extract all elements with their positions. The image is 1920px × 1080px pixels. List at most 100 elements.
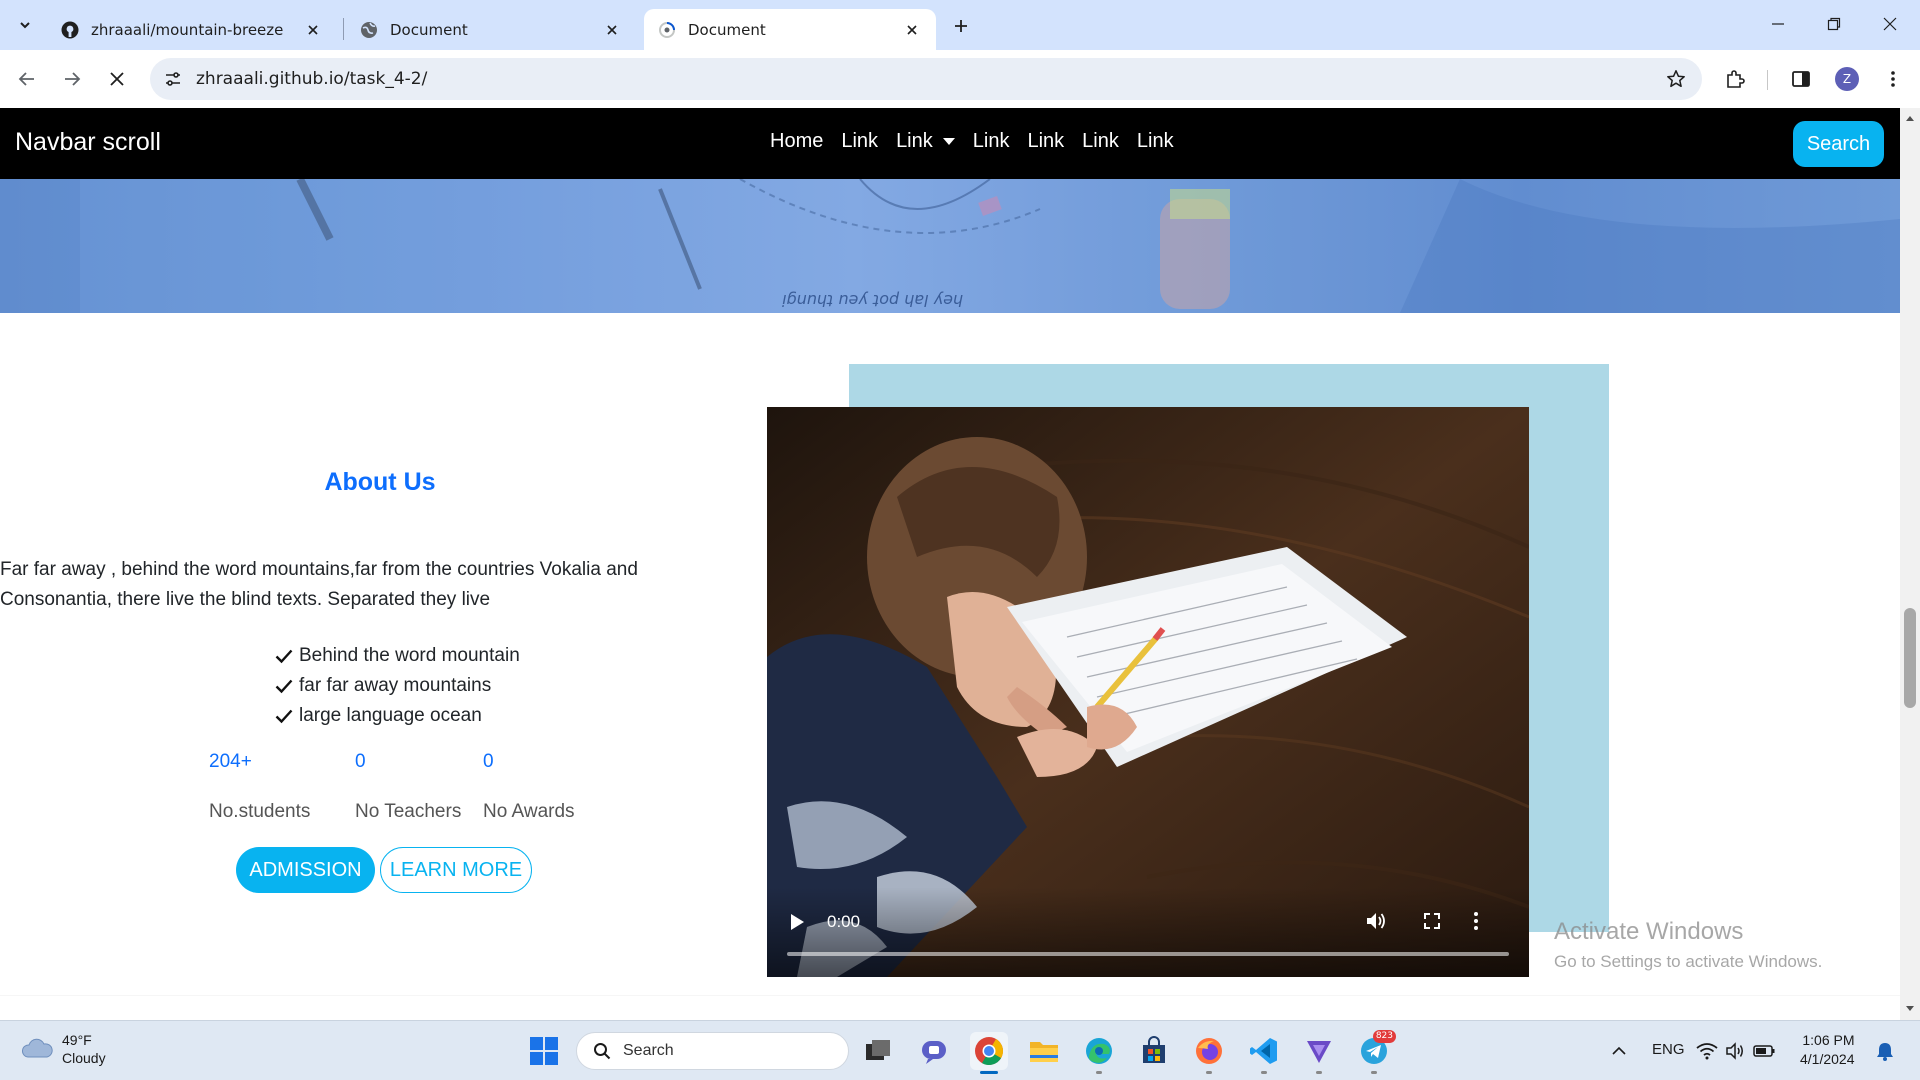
back-button[interactable] <box>10 62 44 96</box>
language-indicator[interactable]: ENG <box>1652 1041 1685 1058</box>
nav-link[interactable]: Link <box>1027 130 1064 153</box>
chevron-down-icon <box>19 21 30 28</box>
nav-link[interactable]: Link <box>841 130 878 153</box>
notifications-button[interactable] <box>1870 1032 1900 1070</box>
browser-menu-button[interactable] <box>1876 62 1910 96</box>
nav-link[interactable]: Link <box>1137 130 1174 153</box>
navbar-brand[interactable]: Navbar scroll <box>15 128 161 157</box>
stat-students-label: No.students <box>209 801 311 822</box>
weather-temp: 49°F <box>62 1032 92 1048</box>
scroll-thumb[interactable] <box>1904 608 1916 708</box>
video-progress-bar[interactable] <box>787 952 1509 956</box>
taskbar-firefox[interactable] <box>1190 1032 1228 1074</box>
profile-button[interactable]: Z <box>1830 62 1864 96</box>
new-tab-button[interactable] <box>948 13 974 39</box>
minimize-button[interactable] <box>1750 0 1806 48</box>
taskbar-file-explorer[interactable] <box>1025 1032 1063 1070</box>
list-item: Behind the word mountain <box>275 641 520 671</box>
list-item-text: large language ocean <box>299 705 482 726</box>
nav-dropdown[interactable]: Link <box>896 130 955 153</box>
stat-teachers-label: No Teachers <box>355 801 462 822</box>
learn-more-button[interactable]: LEARN MORE <box>380 847 532 893</box>
search-button[interactable]: Search <box>1793 121 1884 167</box>
taskbar-telegram[interactable]: 823 <box>1355 1030 1396 1074</box>
running-app-indicator <box>1206 1071 1212 1074</box>
running-app-indicator <box>1261 1071 1267 1074</box>
close-icon[interactable] <box>602 20 622 40</box>
bell-icon <box>1877 1043 1893 1061</box>
section-divider <box>0 995 1900 996</box>
tab-github[interactable]: zhraaali/mountain-breeze <box>47 9 337 50</box>
fullscreen-button[interactable] <box>1423 912 1441 930</box>
tab-document-1[interactable]: Document <box>346 9 636 50</box>
active-app-indicator <box>980 1071 998 1074</box>
check-icon <box>275 649 293 664</box>
show-hidden-icons-button[interactable] <box>1600 1032 1638 1070</box>
watermark-title: Activate Windows <box>1554 918 1744 945</box>
taskbar-chrome[interactable] <box>970 1032 1008 1074</box>
start-button[interactable] <box>525 1032 563 1070</box>
nav-link[interactable]: Link <box>973 130 1010 153</box>
volume-button[interactable] <box>1365 911 1387 931</box>
side-panel-button[interactable] <box>1784 62 1818 96</box>
list-item-text: far far away mountains <box>299 675 492 696</box>
plus-icon <box>955 20 967 32</box>
taskbar-vscode[interactable] <box>1245 1032 1283 1074</box>
taskbar-edge[interactable] <box>1080 1032 1118 1074</box>
close-icon <box>1883 17 1897 31</box>
battery-status[interactable] <box>1750 1032 1778 1070</box>
page-viewport: Navbar scroll Home Link Link Link Link L… <box>0 108 1900 996</box>
nav-link-home[interactable]: Home <box>770 130 823 153</box>
task-view-button[interactable] <box>859 1032 897 1070</box>
close-window-button[interactable] <box>1862 0 1918 48</box>
running-app-indicator <box>1316 1071 1322 1074</box>
site-info-icon[interactable] <box>162 68 184 90</box>
taskbar-teams[interactable] <box>915 1032 953 1070</box>
address-bar[interactable]: zhraaali.github.io/task_4-2/ <box>150 58 1702 100</box>
tab-document-active[interactable]: Document <box>644 9 936 50</box>
taskbar-search[interactable]: Search <box>576 1032 849 1070</box>
taskbar-app-triangle[interactable] <box>1300 1032 1338 1074</box>
scroll-down-arrow-icon[interactable] <box>1905 1005 1915 1013</box>
running-app-indicator <box>1371 1071 1377 1074</box>
extensions-button[interactable] <box>1718 62 1752 96</box>
video-options-button[interactable] <box>1473 911 1479 931</box>
clock-time: 1:06 PM <box>1802 1032 1855 1048</box>
wifi-icon <box>1696 1043 1718 1060</box>
stat-awards-label: No Awards <box>483 801 575 822</box>
store-icon <box>1143 1036 1165 1063</box>
system-clock[interactable]: 1:06 PM 4/1/2024 <box>1800 1031 1855 1069</box>
taskbar-microsoft-store[interactable] <box>1135 1032 1173 1070</box>
video-controls: 0:00 <box>767 887 1529 977</box>
stop-loading-button[interactable] <box>100 62 134 96</box>
watermark-subtitle: Go to Settings to activate Windows. <box>1554 952 1823 971</box>
admission-button[interactable]: ADMISSION <box>236 847 375 893</box>
volume-status[interactable] <box>1722 1032 1748 1070</box>
nav-link[interactable]: Link <box>1082 130 1119 153</box>
close-icon[interactable] <box>902 20 922 40</box>
video-time: 0:00 <box>827 912 861 931</box>
vscode-icon <box>1250 1038 1277 1064</box>
play-button[interactable] <box>789 913 805 931</box>
close-icon[interactable] <box>303 20 323 40</box>
url-text[interactable]: zhraaali.github.io/task_4-2/ <box>196 69 427 89</box>
windows-logo-icon <box>530 1037 558 1065</box>
search-icon <box>594 1043 611 1060</box>
tab-title: Document <box>390 20 468 39</box>
tab-search-button[interactable] <box>8 8 41 41</box>
page-scrollbar[interactable] <box>1900 108 1920 1023</box>
chat-icon <box>922 1041 946 1064</box>
video-player[interactable]: 0:00 <box>767 407 1529 977</box>
notification-badge: 823 <box>1372 1030 1396 1043</box>
wifi-status[interactable] <box>1694 1032 1720 1070</box>
restore-button[interactable] <box>1806 0 1862 48</box>
bookmark-star-icon[interactable] <box>1664 67 1688 91</box>
scroll-up-arrow-icon[interactable] <box>1905 114 1915 122</box>
weather-widget[interactable]: 49°F Cloudy <box>20 1031 106 1067</box>
browser-tab-strip: zhraaali/mountain-breeze Document Docume… <box>0 0 1920 50</box>
running-app-indicator <box>1096 1071 1102 1074</box>
browser-toolbar: zhraaali.github.io/task_4-2/ Z <box>0 50 1920 108</box>
forward-button[interactable] <box>55 62 89 96</box>
loading-icon <box>659 21 675 38</box>
tab-title: Document <box>688 20 766 39</box>
